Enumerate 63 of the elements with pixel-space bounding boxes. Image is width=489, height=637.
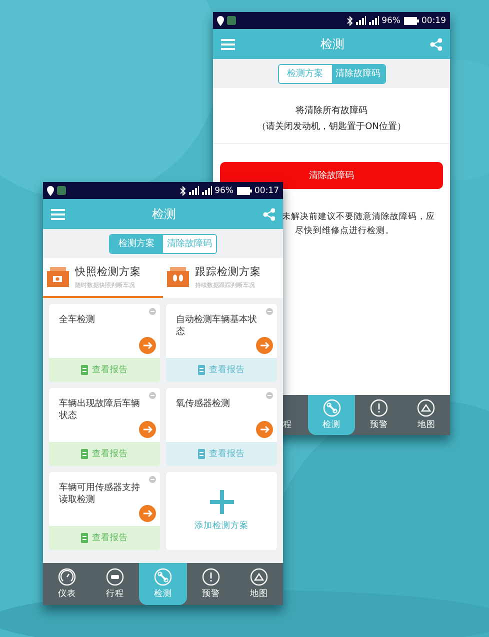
plan-name: 车辆出现故障后车辆状态 — [59, 398, 141, 422]
bluetooth-icon — [180, 186, 186, 196]
nav-tab[interactable]: 仪表 — [43, 563, 91, 605]
nav-tab[interactable]: 预警 — [187, 563, 235, 605]
alert-icon — [202, 568, 220, 586]
plus-icon — [210, 490, 234, 514]
share-icon — [263, 208, 275, 220]
clipboard-icon — [81, 448, 89, 460]
screen-title: 检测 — [320, 36, 344, 52]
gauge-icon — [58, 568, 76, 586]
plan-name: 氧传感器检测 — [176, 398, 231, 410]
plan-card[interactable]: 氧传感器检测 查看报告 — [166, 388, 277, 466]
share-icon — [430, 38, 442, 50]
clipboard-icon — [81, 532, 89, 544]
bluetooth-icon — [346, 16, 353, 26]
signal-icon — [356, 16, 366, 25]
alert-icon — [370, 399, 388, 417]
signal-icon — [188, 186, 199, 195]
plan-card[interactable]: 车辆可用传感器支持读取检测 查看报告 — [49, 472, 160, 550]
footprints-icon — [167, 267, 189, 287]
clock: 00:19 — [422, 16, 446, 26]
wrench-icon — [322, 399, 341, 417]
map-icon — [417, 399, 436, 417]
location-icon — [47, 186, 54, 196]
remove-icon — [149, 392, 156, 399]
remove-icon — [266, 308, 273, 315]
camera-icon — [47, 267, 69, 287]
screen-title: 检测 — [152, 206, 176, 222]
clipboard-icon — [198, 448, 206, 460]
plan-name: 车辆可用传感器支持读取检测 — [59, 482, 141, 506]
plan-name: 自动检测车辆基本状态 — [176, 314, 258, 338]
signal-icon — [368, 16, 379, 25]
wrench-icon — [154, 568, 172, 586]
menu-icon — [51, 208, 65, 220]
nav-tab[interactable]: 程 — [283, 395, 308, 435]
remove-icon — [149, 308, 156, 315]
nav-tab[interactable]: 地图 — [402, 395, 450, 435]
battery-icon — [236, 186, 252, 194]
plan-card[interactable]: 车辆出现故障后车辆状态 查看报告 — [49, 388, 160, 466]
message-text: （请关闭发动机，钥匙置于ON位置） — [257, 120, 406, 133]
plan-name: 全车检测 — [59, 314, 96, 326]
app-icon — [57, 186, 66, 195]
app-icon — [227, 16, 236, 25]
plan-card[interactable]: 全车检测 查看报告 — [49, 304, 160, 382]
warning-text: 尽快到维修点进行检测。 — [294, 225, 395, 237]
nav-tab[interactable]: 行程 — [91, 563, 139, 605]
battery-icon — [404, 16, 418, 24]
clipboard-icon — [81, 364, 89, 376]
message-text: 将清除所有故障码 — [296, 104, 368, 117]
nav-tab[interactable]: 地图 — [235, 563, 283, 605]
map-icon — [250, 568, 268, 586]
clipboard-icon — [198, 364, 206, 376]
warning-text: 未解决前建议不要随意清除故障码，应 — [282, 211, 436, 223]
remove-icon — [149, 476, 156, 483]
remove-icon — [266, 392, 273, 399]
location-icon — [217, 16, 224, 26]
signal-icon — [202, 186, 212, 195]
nav-tab[interactable]: 预警 — [355, 395, 403, 435]
plan-card[interactable]: 自动检测车辆基本状态 查看报告 — [166, 304, 277, 382]
plan-title: 快照检测方案 — [75, 264, 141, 278]
plan-title: 跟踪检测方案 — [195, 264, 261, 278]
battery-level: 96% — [382, 16, 400, 26]
menu-icon — [221, 38, 235, 50]
